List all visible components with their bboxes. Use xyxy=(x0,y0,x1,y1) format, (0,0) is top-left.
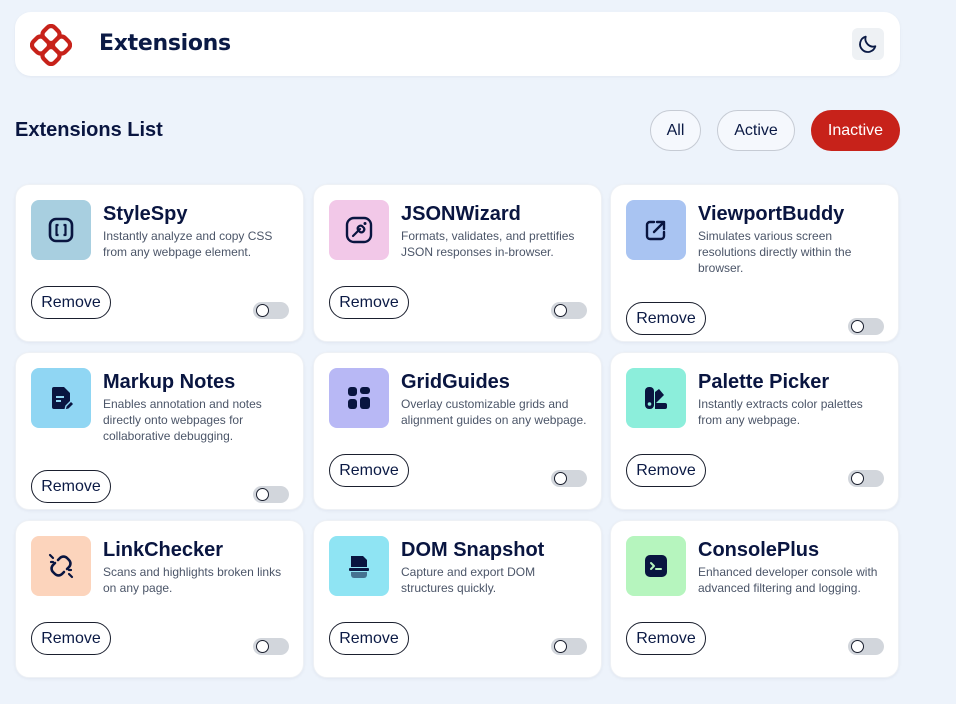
extension-description: Capture and export DOM structures quickl… xyxy=(401,565,536,595)
toggle-knob xyxy=(256,640,269,653)
active-toggle[interactable] xyxy=(848,638,884,655)
grid-icon xyxy=(348,387,370,409)
extension-card-viewportbuddy: ViewportBuddy Simulates various screen r… xyxy=(610,184,899,342)
extension-name: JSONWizard xyxy=(401,203,521,225)
remove-button[interactable]: Remove xyxy=(626,622,706,655)
extension-icon-tile xyxy=(31,200,91,260)
extension-name: LinkChecker xyxy=(103,539,224,561)
active-toggle[interactable] xyxy=(551,638,587,655)
toggle-knob xyxy=(851,472,864,485)
extension-description: Enables annotation and notes directly on… xyxy=(103,397,262,443)
palette-icon xyxy=(645,387,667,409)
extensions-logo-icon xyxy=(30,24,72,66)
extension-icon-tile xyxy=(626,368,686,428)
toggle-knob xyxy=(256,488,269,501)
extension-name: StyleSpy xyxy=(103,203,188,225)
active-toggle[interactable] xyxy=(848,470,884,487)
extension-description: Overlay customizable grids and alignment… xyxy=(401,397,587,427)
extension-name: ConsolePlus xyxy=(698,539,820,561)
extension-description: Instantly analyze and copy CSS from any … xyxy=(103,229,273,259)
extension-card-palette-picker: Palette Picker Instantly extracts color … xyxy=(610,352,899,510)
remove-button[interactable]: Remove xyxy=(626,302,706,335)
extension-icon-tile xyxy=(31,368,91,428)
filter-active-button[interactable]: Active xyxy=(717,110,795,151)
extension-description: Simulates various screen resolutions dir… xyxy=(698,229,852,275)
extension-card-linkchecker: LinkChecker Scans and highlights broken … xyxy=(15,520,304,678)
toggle-knob xyxy=(851,320,864,333)
remove-button[interactable]: Remove xyxy=(329,286,409,319)
active-toggle[interactable] xyxy=(253,638,289,655)
app-header: Extensions xyxy=(15,12,900,76)
filter-inactive-button[interactable]: Inactive xyxy=(811,110,900,151)
extensions-list-title: Extensions List xyxy=(15,119,163,141)
extension-name: GridGuides xyxy=(401,371,510,393)
snapshot-icon xyxy=(349,556,369,578)
extension-name: Palette Picker xyxy=(698,371,830,393)
extension-card-gridguides: GridGuides Overlay customizable grids an… xyxy=(313,352,602,510)
extension-icon-tile xyxy=(626,200,686,260)
extension-name: Markup Notes xyxy=(103,371,236,393)
extension-description: Formats, validates, and prettifies JSON … xyxy=(401,229,575,259)
extension-card-stylespy: StyleSpy Instantly analyze and copy CSS … xyxy=(15,184,304,342)
note-pen-icon xyxy=(52,387,75,411)
toggle-knob xyxy=(256,304,269,317)
active-toggle[interactable] xyxy=(551,470,587,487)
extension-card-jsonwizard: JSONWizard Formats, validates, and prett… xyxy=(313,184,602,342)
extension-icon-tile xyxy=(329,536,389,596)
toggle-knob xyxy=(554,472,567,485)
extension-icon-tile xyxy=(626,536,686,596)
toggle-knob xyxy=(554,304,567,317)
extension-description: Instantly extracts color palettes from a… xyxy=(698,397,863,427)
active-toggle[interactable] xyxy=(253,486,289,503)
brand-title: Extensions xyxy=(99,31,231,56)
wand-icon xyxy=(345,216,373,244)
remove-button[interactable]: Remove xyxy=(329,622,409,655)
remove-button[interactable]: Remove xyxy=(329,454,409,487)
extension-description: Enhanced developer console with advanced… xyxy=(698,565,878,595)
resize-arrow-icon xyxy=(645,220,666,241)
filter-all-button[interactable]: All xyxy=(650,110,701,151)
remove-button[interactable]: Remove xyxy=(31,470,111,503)
theme-toggle-button[interactable] xyxy=(852,28,884,60)
extension-name: ViewportBuddy xyxy=(698,203,845,225)
remove-button[interactable]: Remove xyxy=(626,454,706,487)
moon-icon xyxy=(859,35,877,53)
extension-card-markup-notes: Markup Notes Enables annotation and note… xyxy=(15,352,304,510)
active-toggle[interactable] xyxy=(848,318,884,335)
toggle-knob xyxy=(851,640,864,653)
extension-description: Scans and highlights broken links on any… xyxy=(103,565,282,595)
broken-link-icon xyxy=(48,553,74,579)
toggle-knob xyxy=(554,640,567,653)
extension-card-consoleplus: ConsolePlus Enhanced developer console w… xyxy=(610,520,899,678)
style-brackets-icon xyxy=(48,217,74,243)
extension-name: DOM Snapshot xyxy=(401,539,545,561)
active-toggle[interactable] xyxy=(253,302,289,319)
extension-card-dom-snapshot: DOM Snapshot Capture and export DOM stru… xyxy=(313,520,602,678)
terminal-icon xyxy=(645,555,667,577)
remove-button[interactable]: Remove xyxy=(31,622,111,655)
extension-icon-tile xyxy=(31,536,91,596)
filter-group: All Active Inactive xyxy=(650,110,900,151)
active-toggle[interactable] xyxy=(551,302,587,319)
extension-icon-tile xyxy=(329,368,389,428)
remove-button[interactable]: Remove xyxy=(31,286,111,319)
extension-icon-tile xyxy=(329,200,389,260)
